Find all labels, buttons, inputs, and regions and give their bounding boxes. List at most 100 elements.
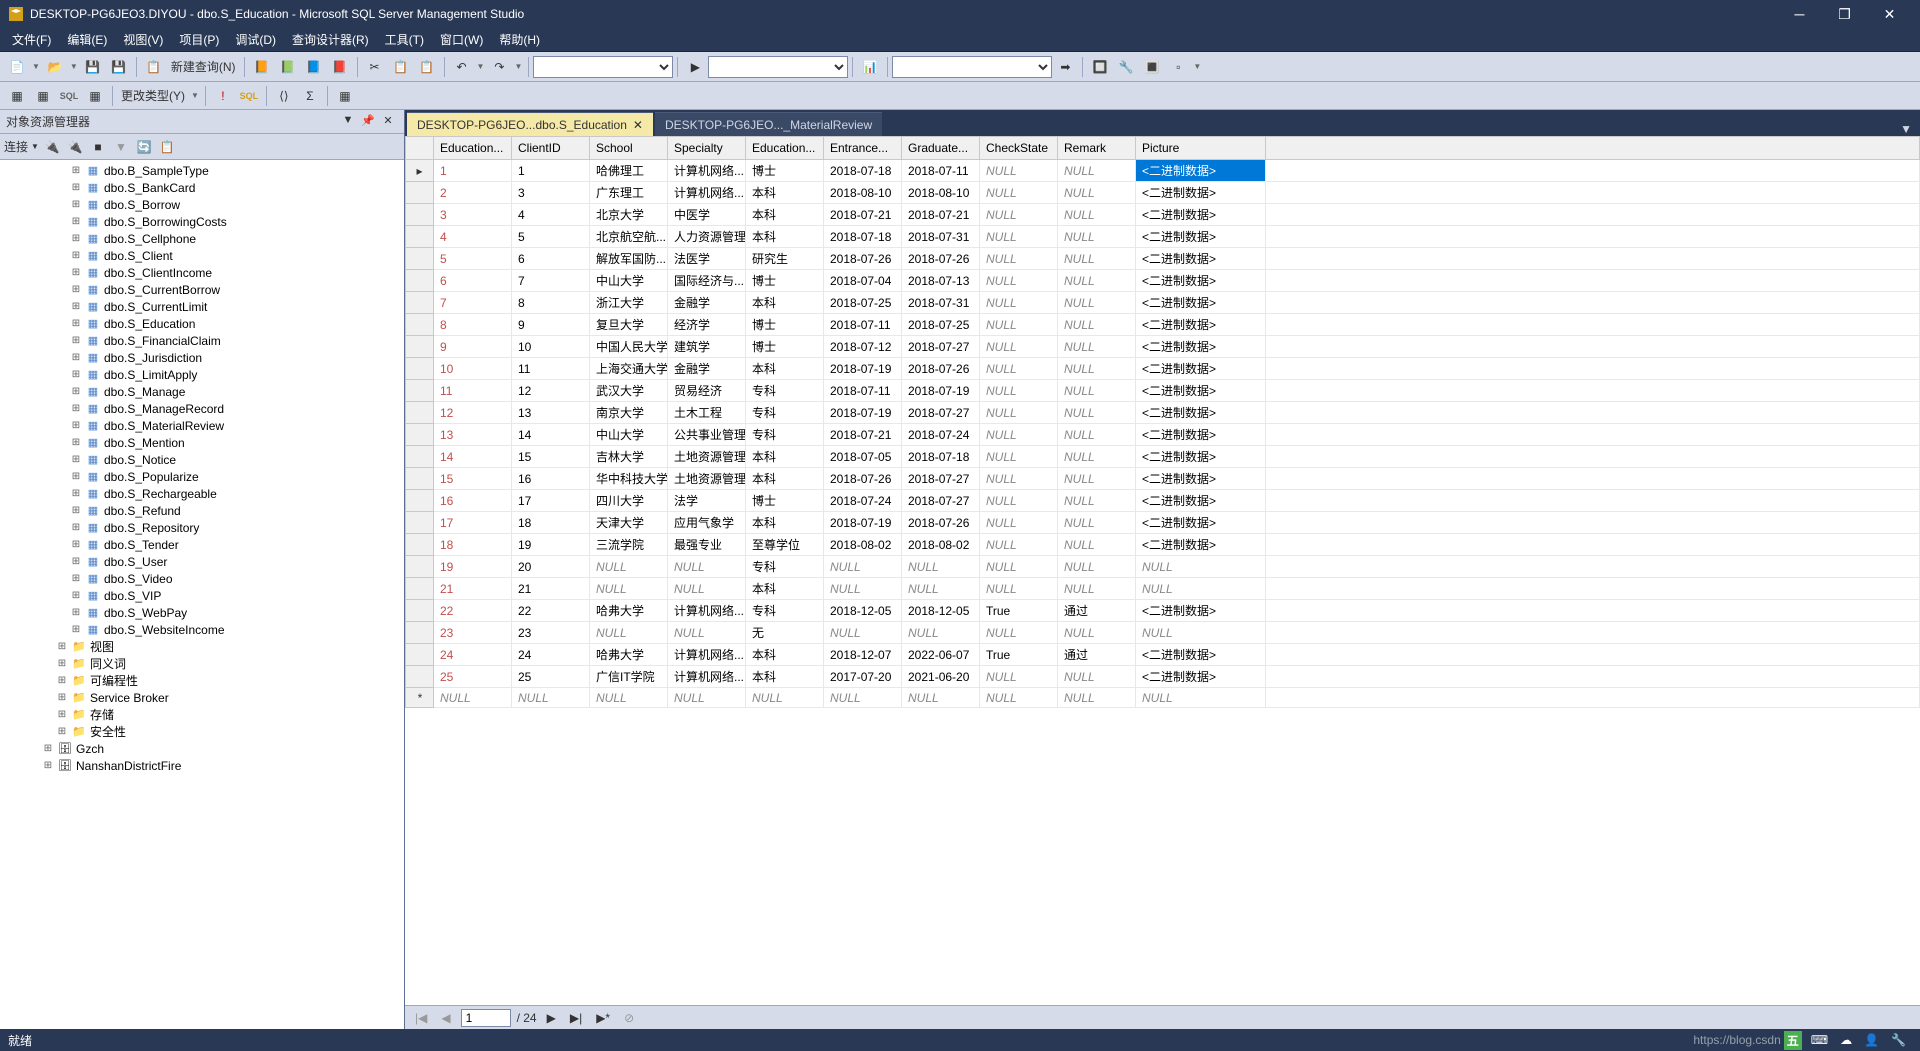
tree-item[interactable]: ⊞dbo.S_ManageRecord — [0, 400, 404, 417]
cell[interactable]: 2018-07-04 — [824, 270, 902, 292]
expand-icon[interactable]: ⊞ — [56, 692, 68, 703]
cell[interactable]: NULL — [1058, 248, 1136, 270]
cell[interactable]: NULL — [590, 578, 668, 600]
cell[interactable]: NULL — [1058, 556, 1136, 578]
stop-icon[interactable]: ■ — [88, 137, 108, 157]
tree-item[interactable]: ⊞dbo.S_Popularize — [0, 468, 404, 485]
cell[interactable]: 国际经济与... — [668, 270, 746, 292]
cell[interactable]: 9 — [512, 314, 590, 336]
cell[interactable]: NULL — [980, 314, 1058, 336]
row-header[interactable] — [406, 292, 434, 314]
cell[interactable]: 2017-07-20 — [824, 666, 902, 688]
tree-item[interactable]: ⊞dbo.S_Cellphone — [0, 230, 404, 247]
cell[interactable]: <二进制数据> — [1136, 358, 1266, 380]
cell[interactable]: 通过 — [1058, 644, 1136, 666]
undo-icon[interactable]: ↶ — [450, 55, 474, 79]
cell[interactable]: 2018-07-31 — [902, 292, 980, 314]
expand-icon[interactable]: ⊞ — [42, 760, 54, 771]
cell[interactable]: NULL — [1136, 556, 1266, 578]
cell[interactable]: NULL — [590, 556, 668, 578]
cell[interactable]: NULL — [1058, 380, 1136, 402]
tree-item[interactable]: ⊞同义词 — [0, 655, 404, 672]
cell[interactable]: 浙江大学 — [590, 292, 668, 314]
expand-icon[interactable]: ⊞ — [70, 369, 82, 380]
cut-icon[interactable]: ✂ — [363, 55, 387, 79]
disconnect-icon[interactable]: 🔌 — [65, 137, 85, 157]
cell[interactable]: NULL — [590, 688, 668, 708]
cell[interactable]: 19 — [434, 556, 512, 578]
cell[interactable]: 7 — [434, 292, 512, 314]
cell[interactable]: 2018-07-27 — [902, 490, 980, 512]
cell[interactable]: 2018-07-18 — [824, 226, 902, 248]
close-button[interactable]: ✕ — [1867, 0, 1912, 28]
expand-icon[interactable]: ⊞ — [70, 488, 82, 499]
cell[interactable]: 2018-07-19 — [824, 402, 902, 424]
cell[interactable]: NULL — [824, 622, 902, 644]
cell[interactable]: 解放军国防... — [590, 248, 668, 270]
tree-item[interactable]: ⊞Gzch — [0, 740, 404, 757]
cell[interactable]: NULL — [1058, 160, 1136, 182]
cell[interactable]: NULL — [980, 160, 1058, 182]
cell[interactable]: NULL — [668, 688, 746, 708]
copy-icon[interactable]: 📋 — [389, 55, 413, 79]
cell[interactable]: 5 — [512, 226, 590, 248]
tree-item[interactable]: ⊞dbo.S_User — [0, 553, 404, 570]
column-header[interactable]: School — [590, 137, 668, 160]
cell[interactable]: 广信IT学院 — [590, 666, 668, 688]
menu-item[interactable]: 帮助(H) — [491, 29, 548, 50]
cell[interactable]: NULL — [1058, 402, 1136, 424]
row-header[interactable] — [406, 160, 434, 182]
cell[interactable]: NULL — [1058, 270, 1136, 292]
cell[interactable]: NULL — [590, 622, 668, 644]
sql-icon[interactable]: SQL — [57, 84, 81, 108]
cell[interactable]: 本科 — [746, 204, 824, 226]
expand-icon[interactable]: ⊞ — [70, 318, 82, 329]
cell[interactable]: 15 — [512, 446, 590, 468]
cell[interactable]: 2018-07-19 — [902, 380, 980, 402]
dropdown-icon[interactable]: ▼ — [512, 62, 524, 71]
menu-item[interactable]: 查询设计器(R) — [284, 29, 377, 50]
cell[interactable]: NULL — [1058, 358, 1136, 380]
column-header[interactable]: Graduate... — [902, 137, 980, 160]
row-header[interactable] — [406, 688, 434, 708]
tab-dropdown-icon[interactable]: ▼ — [1894, 122, 1918, 136]
cell[interactable]: 本科 — [746, 512, 824, 534]
cell[interactable]: 博士 — [746, 314, 824, 336]
cell[interactable]: 博士 — [746, 160, 824, 182]
cell[interactable]: 人力资源管理 — [668, 226, 746, 248]
cell[interactable]: 上海交通大学 — [590, 358, 668, 380]
cell[interactable]: 本科 — [746, 358, 824, 380]
cell[interactable]: <二进制数据> — [1136, 270, 1266, 292]
tree-item[interactable]: ⊞dbo.S_BankCard — [0, 179, 404, 196]
expand-icon[interactable]: ⊞ — [56, 709, 68, 720]
cell[interactable]: 2018-07-21 — [824, 424, 902, 446]
cell[interactable]: 23 — [434, 622, 512, 644]
cell[interactable]: 19 — [512, 534, 590, 556]
cell[interactable]: 专科 — [746, 380, 824, 402]
cell[interactable]: NULL — [902, 578, 980, 600]
cell[interactable]: 18 — [434, 534, 512, 556]
expand-icon[interactable]: ⊞ — [70, 301, 82, 312]
cell[interactable]: 6 — [434, 270, 512, 292]
tree-item[interactable]: ⊞NanshanDistrictFire — [0, 757, 404, 774]
tree-item[interactable]: ⊞dbo.S_Mention — [0, 434, 404, 451]
page-input[interactable] — [461, 1009, 511, 1027]
tree-item[interactable]: ⊞dbo.S_BorrowingCosts — [0, 213, 404, 230]
cell[interactable]: <二进制数据> — [1136, 666, 1266, 688]
cell[interactable]: 哈弗大学 — [590, 600, 668, 622]
tree-item[interactable]: ⊞dbo.S_LimitApply — [0, 366, 404, 383]
cell[interactable]: NULL — [1058, 490, 1136, 512]
cell[interactable]: 2018-07-31 — [902, 226, 980, 248]
cell[interactable]: NULL — [980, 578, 1058, 600]
row-header[interactable] — [406, 622, 434, 644]
tb-icon[interactable]: ▦ — [31, 84, 55, 108]
cell[interactable]: 本科 — [746, 226, 824, 248]
cell[interactable]: <二进制数据> — [1136, 292, 1266, 314]
expand-icon[interactable]: ⊞ — [70, 165, 82, 176]
expand-icon[interactable]: ⊞ — [70, 182, 82, 193]
cell[interactable]: NULL — [1136, 622, 1266, 644]
cell[interactable]: 2018-08-10 — [824, 182, 902, 204]
cell[interactable]: 本科 — [746, 644, 824, 666]
cell[interactable]: 4 — [434, 226, 512, 248]
cell[interactable]: 7 — [512, 270, 590, 292]
